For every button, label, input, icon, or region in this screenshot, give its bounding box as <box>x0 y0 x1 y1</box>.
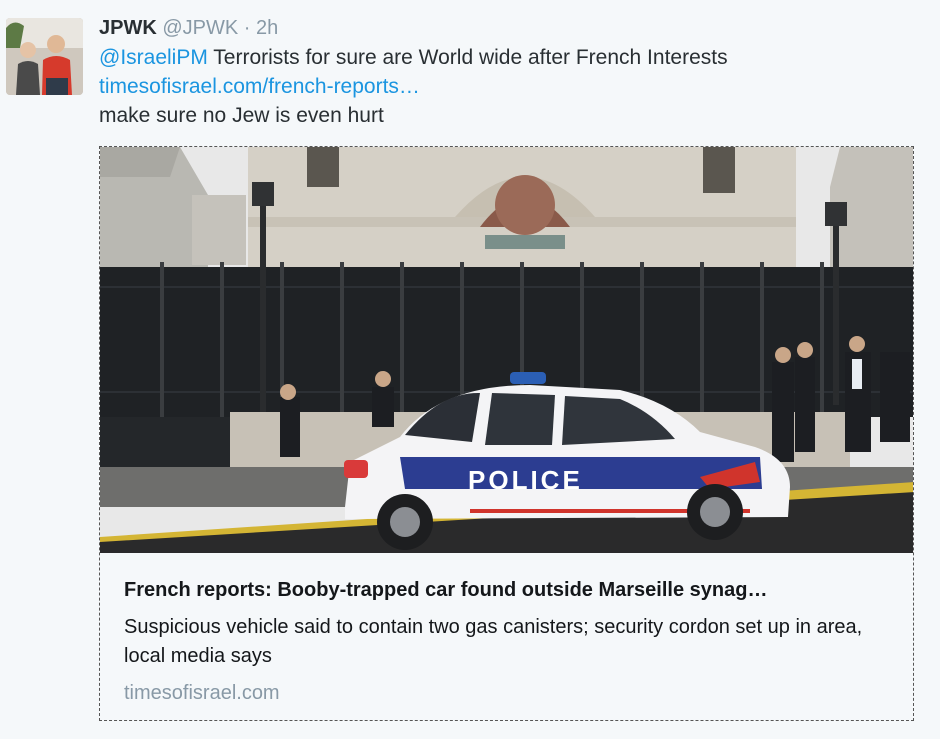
card-description: Suspicious vehicle said to contain two g… <box>124 616 863 667</box>
link-preview-card[interactable]: POLICE French reports: Booby-trapped car… <box>99 146 914 721</box>
police-car-label: POLICE <box>468 465 583 495</box>
tweet-text: Terrorists for sure are World wide after… <box>207 46 728 69</box>
tweet-text-line-2: timesofisrael.com/french-reports… <box>99 73 420 101</box>
separator-dot: · <box>243 17 251 39</box>
article-link[interactable]: timesofisrael.com/french-reports… <box>99 75 420 98</box>
avatar[interactable] <box>6 18 83 95</box>
author-name[interactable]: JPWK <box>99 17 157 39</box>
author-handle[interactable]: @JPWK <box>162 17 238 39</box>
card-title[interactable]: French reports: Booby-trapped car found … <box>124 577 767 603</box>
tweet-header: JPWK @JPWK · 2h <box>99 15 278 41</box>
card-domain[interactable]: timesofisrael.com <box>124 680 280 706</box>
timestamp[interactable]: 2h <box>256 17 278 39</box>
card-photo: POLICE <box>100 147 913 553</box>
tweet: JPWK @JPWK · 2h @IsraeliPM Terrorists fo… <box>0 0 940 739</box>
mention-link[interactable]: @IsraeliPM <box>99 46 208 69</box>
tweet-text-line-3: make sure no Jew is even hurt <box>99 104 384 127</box>
tweet-text-line-1: @IsraeliPM Terrorists for sure are World… <box>99 44 728 72</box>
